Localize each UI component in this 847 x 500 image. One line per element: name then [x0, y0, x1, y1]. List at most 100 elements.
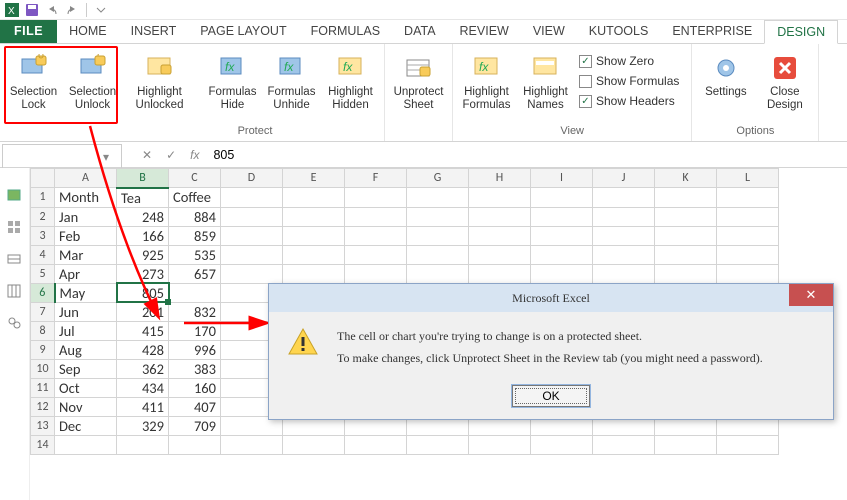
cell[interactable]: 996 — [169, 340, 221, 359]
cell[interactable]: 273 — [117, 264, 169, 283]
cell[interactable]: 535 — [169, 245, 221, 264]
cell[interactable]: Nov — [55, 397, 117, 416]
column-header[interactable]: E — [283, 169, 345, 188]
cell[interactable]: 925 — [117, 245, 169, 264]
column-header[interactable]: F — [345, 169, 407, 188]
cell[interactable] — [169, 435, 221, 454]
formulas-unhide-button[interactable]: fx Formulas Unhide — [264, 48, 319, 123]
highlight-names-button[interactable]: Highlight Names — [518, 48, 573, 123]
cell[interactable] — [469, 226, 531, 245]
cell[interactable] — [345, 226, 407, 245]
cell[interactable] — [655, 245, 717, 264]
cell[interactable] — [407, 207, 469, 226]
unprotect-sheet-button[interactable]: Unprotect Sheet — [391, 48, 446, 123]
tab-review[interactable]: REVIEW — [448, 20, 521, 43]
show-headers-checkbox[interactable]: ✓Show Headers — [579, 94, 679, 108]
cell[interactable]: 411 — [117, 397, 169, 416]
cell[interactable] — [345, 435, 407, 454]
cell[interactable] — [655, 264, 717, 283]
name-box-input[interactable] — [3, 150, 91, 164]
cell[interactable] — [469, 435, 531, 454]
cell[interactable] — [593, 188, 655, 208]
select-all-corner[interactable] — [31, 169, 55, 188]
row-header[interactable]: 1 — [31, 188, 55, 208]
cell[interactable] — [221, 245, 283, 264]
cell[interactable] — [221, 207, 283, 226]
cell[interactable] — [717, 188, 779, 208]
tab-file[interactable]: FILE — [0, 20, 57, 43]
tab-data[interactable]: DATA — [392, 20, 447, 43]
pane-autotext-icon[interactable] — [7, 220, 23, 236]
cell[interactable] — [283, 264, 345, 283]
cell[interactable]: Coffee — [169, 188, 221, 208]
settings-button[interactable]: Settings — [698, 48, 753, 123]
cell[interactable]: 709 — [169, 416, 221, 435]
cell[interactable] — [655, 226, 717, 245]
cell[interactable]: Feb — [55, 226, 117, 245]
tab-insert[interactable]: INSERT — [119, 20, 189, 43]
column-header[interactable]: K — [655, 169, 717, 188]
cell[interactable]: May — [55, 283, 117, 302]
close-design-button[interactable]: Close Design — [757, 48, 812, 123]
row-header[interactable]: 11 — [31, 378, 55, 397]
row-header[interactable]: 4 — [31, 245, 55, 264]
cell[interactable]: Sep — [55, 359, 117, 378]
cell[interactable] — [655, 188, 717, 208]
cell[interactable] — [531, 207, 593, 226]
tab-design[interactable]: DESIGN — [764, 20, 838, 44]
tab-view[interactable]: VIEW — [521, 20, 577, 43]
tab-formulas[interactable]: FORMULAS — [299, 20, 392, 43]
cell[interactable]: 805 — [117, 283, 169, 302]
undo-icon[interactable] — [44, 2, 60, 18]
column-header[interactable]: I — [531, 169, 593, 188]
cell[interactable] — [717, 207, 779, 226]
formula-input[interactable] — [213, 148, 413, 162]
pane-names-icon[interactable] — [7, 252, 23, 268]
cell[interactable]: 383 — [169, 359, 221, 378]
fx-icon[interactable]: fx — [190, 148, 199, 162]
cell[interactable] — [469, 245, 531, 264]
name-box-dropdown-icon[interactable]: ▾ — [91, 150, 121, 164]
column-header[interactable]: D — [221, 169, 283, 188]
pane-tab-icon[interactable] — [7, 188, 23, 204]
row-header[interactable]: 3 — [31, 226, 55, 245]
tab-page-layout[interactable]: PAGE LAYOUT — [188, 20, 298, 43]
row-header[interactable]: 8 — [31, 321, 55, 340]
cell[interactable] — [283, 207, 345, 226]
tab-kutools[interactable]: KUTOOLS — [577, 20, 661, 43]
enter-formula-icon[interactable]: ✓ — [166, 148, 176, 162]
cell[interactable]: Aug — [55, 340, 117, 359]
cell[interactable]: 657 — [169, 264, 221, 283]
column-header[interactable]: G — [407, 169, 469, 188]
cell[interactable] — [55, 435, 117, 454]
cell[interactable] — [283, 435, 345, 454]
cell[interactable] — [717, 226, 779, 245]
cell[interactable]: 884 — [169, 207, 221, 226]
cell[interactable] — [221, 435, 283, 454]
cell[interactable]: Month — [55, 188, 117, 208]
cell[interactable]: Jun — [55, 302, 117, 321]
column-header[interactable]: B — [117, 169, 169, 188]
cell[interactable] — [593, 264, 655, 283]
cell[interactable] — [469, 264, 531, 283]
cell[interactable] — [717, 264, 779, 283]
cell[interactable]: 407 — [169, 397, 221, 416]
cell[interactable]: 160 — [169, 378, 221, 397]
column-header[interactable]: L — [717, 169, 779, 188]
cell[interactable] — [407, 245, 469, 264]
row-header[interactable]: 9 — [31, 340, 55, 359]
cell[interactable] — [283, 188, 345, 208]
save-icon[interactable] — [24, 2, 40, 18]
cell[interactable] — [345, 264, 407, 283]
cell[interactable]: 434 — [117, 378, 169, 397]
dialog-close-button[interactable]: ✕ — [789, 284, 833, 306]
cell[interactable]: Mar — [55, 245, 117, 264]
tab-enterprise[interactable]: ENTERPRISE — [660, 20, 764, 43]
cell[interactable]: 170 — [169, 321, 221, 340]
cell[interactable] — [345, 245, 407, 264]
dialog-titlebar[interactable]: Microsoft Excel ✕ — [269, 284, 833, 312]
column-header[interactable]: J — [593, 169, 655, 188]
cell[interactable]: Apr — [55, 264, 117, 283]
highlight-unlocked-button[interactable]: Highlight Unlocked — [132, 48, 187, 123]
cell[interactable]: 415 — [117, 321, 169, 340]
